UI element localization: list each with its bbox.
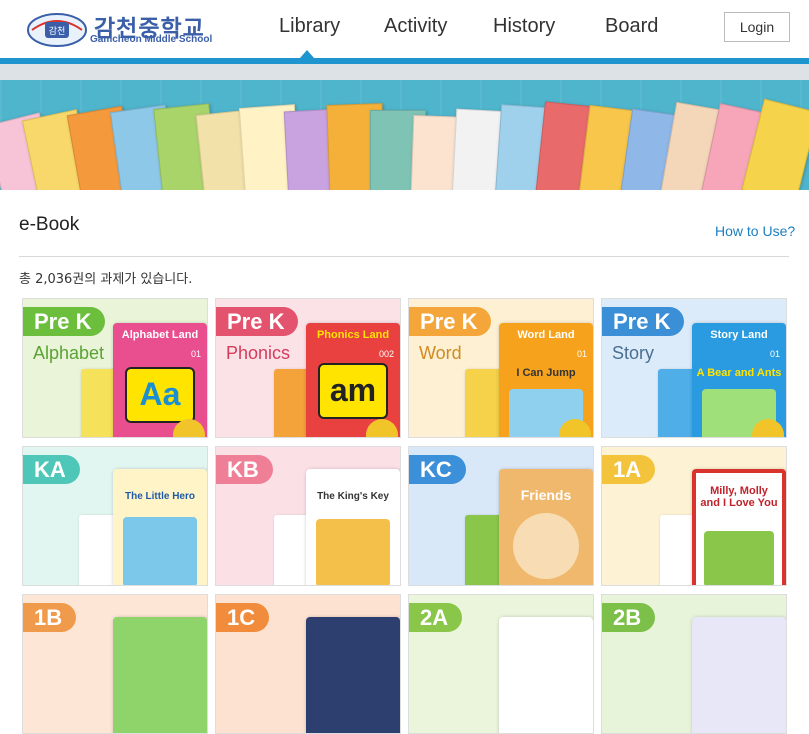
header-shadow <box>0 64 809 80</box>
level-badge: 2A <box>409 603 463 632</box>
card-subtitle: Word <box>419 343 462 363</box>
how-to-use-link[interactable]: How to Use? <box>715 223 795 239</box>
cover-title: Milly, Molly and I Love You <box>700 485 778 509</box>
level-badge: 2B <box>602 603 656 632</box>
level-badge: 1C <box>216 603 270 632</box>
section-divider <box>19 256 789 257</box>
cover-title: Alphabet Land <box>121 329 199 341</box>
book-cover: Friends <box>499 469 593 585</box>
header: 감천 감천중학교 Gamcheon Middle School Library … <box>0 0 809 58</box>
cover-text: A Bear and Ants <box>696 367 782 379</box>
book-cover <box>692 617 786 733</box>
book-cover <box>113 617 207 733</box>
cover-text: am <box>318 363 388 419</box>
cover-number: 01 <box>576 349 587 359</box>
book-cover: The Little Hero <box>113 469 207 585</box>
cover-number: 01 <box>769 349 780 359</box>
book-cover <box>499 617 593 733</box>
cover-illustration <box>316 519 390 585</box>
card-subtitle: Story <box>612 343 655 363</box>
nav-board[interactable]: Board <box>605 15 658 38</box>
cover-number: 002 <box>378 349 394 359</box>
cover-illustration <box>123 517 197 585</box>
cover-title: The Little Hero <box>124 491 195 502</box>
cover-title: The King's Key <box>317 491 389 502</box>
cover-illustration <box>513 513 579 579</box>
level-badge: Pre K <box>23 307 106 336</box>
card-2b[interactable]: 2B <box>601 594 787 734</box>
emblem-text: 감천 <box>49 25 66 37</box>
cover-title: Friends <box>520 487 572 503</box>
cover-number: 01 <box>190 349 201 359</box>
card-kc[interactable]: KC Friends <box>408 446 594 586</box>
nav-activity[interactable]: Activity <box>384 15 447 38</box>
level-badge: Pre K <box>602 307 685 336</box>
school-emblem-icon: 감천 <box>27 13 87 47</box>
card-prek-alphabet[interactable]: Pre K Alphabet Alphabet Land 01 Aa <box>22 298 208 438</box>
card-prek-word[interactable]: Pre K Word Word Land 01 I Can Jump <box>408 298 594 438</box>
level-badge: KC <box>409 455 466 484</box>
login-button[interactable]: Login <box>724 12 790 42</box>
level-badge: 1A <box>602 455 656 484</box>
cover-title: Word Land <box>517 329 575 341</box>
level-badge: Pre K <box>216 307 299 336</box>
card-1a[interactable]: 1A Milly, Molly and I Love You <box>601 446 787 586</box>
card-prek-phonics[interactable]: Pre K Phonics Phonics Land 002 am <box>215 298 401 438</box>
book-cover <box>306 617 400 733</box>
card-kb[interactable]: KB The King's Key <box>215 446 401 586</box>
level-badge: Pre K <box>409 307 492 336</box>
level-badge: KB <box>216 455 273 484</box>
card-subtitle: Phonics <box>226 343 291 363</box>
logo-english-name: Gamcheon Middle School <box>90 34 213 45</box>
cover-title: Story Land <box>710 329 768 341</box>
card-1b[interactable]: 1B <box>22 594 208 734</box>
card-prek-story[interactable]: Pre K Story Story Land 01 A Bear and Ant… <box>601 298 787 438</box>
card-2a[interactable]: 2A <box>408 594 594 734</box>
cover-title: Phonics Land <box>316 329 390 341</box>
school-logo[interactable]: 감천 감천중학교 Gamcheon Middle School <box>26 10 216 50</box>
nav-history[interactable]: History <box>493 15 555 38</box>
book-cover: Milly, Molly and I Love You <box>692 469 786 585</box>
card-ka[interactable]: KA The Little Hero <box>22 446 208 586</box>
caret-up-icon <box>300 50 314 58</box>
hero-banner <box>0 80 809 190</box>
cover-illustration <box>704 531 774 585</box>
level-badge: KA <box>23 455 80 484</box>
page-title: e-Book <box>19 214 80 235</box>
card-subtitle: Alphabet <box>33 343 105 363</box>
total-count-text: 총 2,036권의 과제가 있습니다. <box>19 272 193 287</box>
cover-text: Aa <box>125 367 195 423</box>
book-cover: The King's Key <box>306 469 400 585</box>
card-1c[interactable]: 1C <box>215 594 401 734</box>
level-badge: 1B <box>23 603 77 632</box>
nav-library[interactable]: Library <box>279 15 340 38</box>
cover-text: I Can Jump <box>516 367 576 379</box>
